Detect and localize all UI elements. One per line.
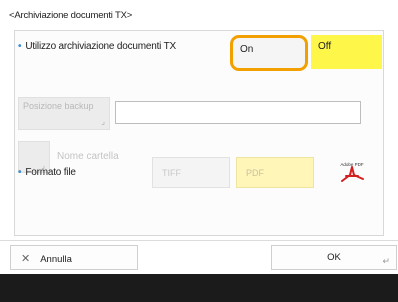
on-button[interactable]: On: [230, 35, 308, 71]
bullet-icon: •: [18, 41, 22, 52]
format-tiff-label: TIFF: [162, 168, 181, 178]
format-pdf-label: PDF: [246, 168, 264, 178]
format-pdf-button[interactable]: PDF: [236, 157, 314, 188]
file-format-label: • Formato file: [18, 167, 76, 178]
off-button-label: Off: [318, 41, 332, 52]
ok-button[interactable]: OK ↵: [271, 245, 397, 270]
cancel-label: Annulla: [40, 254, 72, 265]
format-tiff-button[interactable]: TIFF: [152, 157, 230, 188]
archive-setting-label: • Utilizzo archiviazione documenti TX: [18, 41, 176, 52]
backup-position-button[interactable]: Posizione backup ⌟: [18, 97, 110, 130]
close-icon: ✕: [21, 253, 31, 265]
on-button-label: On: [240, 44, 254, 55]
bullet-icon: •: [18, 167, 22, 178]
screen-title: <Archiviazione documenti TX>: [9, 10, 133, 21]
adobe-pdf-icon: Adobe PDF: [340, 162, 364, 182]
corner-arrow-icon: ⌟: [101, 117, 105, 126]
backup-position-label: Posizione backup: [23, 101, 94, 111]
file-format-label-text: Formato file: [25, 167, 76, 178]
ok-label: OK: [327, 252, 341, 263]
backup-position-input[interactable]: [115, 101, 361, 124]
cancel-button[interactable]: ✕ Annulla: [10, 245, 138, 270]
return-icon: ↵: [382, 256, 390, 266]
archive-setting-label-text: Utilizzo archiviazione documenti TX: [25, 41, 176, 52]
off-button[interactable]: Off: [311, 35, 382, 69]
status-bar: [0, 274, 398, 302]
folder-name-label: Nome cartella: [57, 151, 119, 162]
